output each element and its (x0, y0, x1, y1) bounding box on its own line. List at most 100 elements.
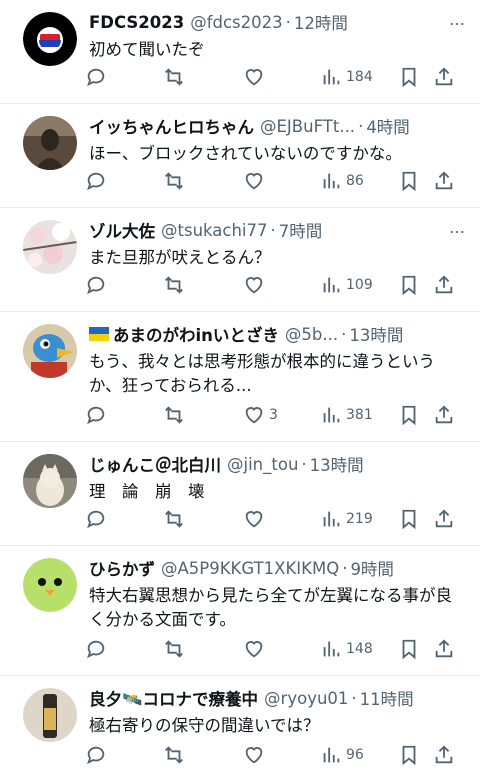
repost-button[interactable] (163, 638, 185, 660)
avatar[interactable] (23, 116, 77, 170)
like-button[interactable] (243, 508, 269, 530)
share-button[interactable] (433, 170, 455, 192)
like-button[interactable] (243, 638, 269, 660)
post-text: 極右寄りの保守の間違いでは？ (89, 716, 320, 735)
reply-post[interactable]: イッちゃんヒロちゃん @EJBuFTt... · 4時間 ほー、ブロックされてい… (0, 104, 480, 208)
reply-post[interactable]: じゅんこ＠北白川 @jin_tou · 13時間 理 論 崩 壊 219 (0, 442, 480, 546)
repost-icon (165, 406, 183, 424)
more-options-icon[interactable]: … (443, 10, 466, 34)
author-handle[interactable]: @A5P9KKGT1XKIKMQ (161, 559, 339, 578)
bookmark-button[interactable] (398, 404, 420, 426)
separator-dot: · (285, 12, 291, 32)
views-icon (323, 511, 340, 527)
author-name[interactable]: じゅんこ＠北白川 (89, 452, 221, 476)
reply-button[interactable] (85, 508, 107, 530)
avatar[interactable] (23, 324, 77, 378)
reply-icon (87, 172, 105, 191)
post-time[interactable]: 13時間 (349, 322, 403, 346)
repost-button[interactable] (163, 274, 185, 296)
author-handle[interactable]: @tsukachi77 (161, 221, 268, 240)
reply-post[interactable]: ゾル大佐 @tsukachi77 · 7時間 … また旦那が吠えとるん？ 109 (0, 208, 480, 312)
separator-dot: · (358, 116, 364, 136)
repost-button[interactable] (163, 508, 185, 530)
reply-button[interactable] (85, 744, 107, 766)
view-count: 219 (346, 511, 373, 527)
views-button[interactable]: 96 (320, 744, 364, 766)
view-count: 148 (346, 641, 373, 657)
views-button[interactable]: 86 (320, 170, 364, 192)
views-icon (323, 69, 340, 85)
repost-button[interactable] (163, 744, 185, 766)
share-icon (435, 639, 453, 658)
views-icon (323, 277, 340, 293)
share-button[interactable] (433, 274, 455, 296)
avatar[interactable] (23, 454, 77, 508)
like-button[interactable]: 3 (243, 404, 278, 426)
repost-button[interactable] (163, 404, 185, 426)
avatar[interactable] (23, 12, 77, 66)
author-handle[interactable]: @EJBuFTt... (260, 117, 355, 136)
views-button[interactable]: 148 (320, 638, 373, 660)
share-button[interactable] (433, 638, 455, 660)
bookmark-button[interactable] (398, 170, 420, 192)
views-button[interactable]: 109 (320, 274, 373, 296)
bookmark-button[interactable] (398, 744, 420, 766)
reply-post[interactable]: あまのがわinいとざき @5b... · 13時間 もう、我々とは思考形態が根本… (0, 312, 480, 442)
bookmark-button[interactable] (398, 66, 420, 88)
reply-post[interactable]: FDCS2023 @fdcs2023 · 12時間 … 初めて聞いたぞ 184 (0, 0, 480, 104)
separator-dot: · (270, 220, 276, 240)
reply-post[interactable]: ひらかず @A5P9KKGT1XKIKMQ · 9時間 特大右翼思想から見たら全… (0, 546, 480, 676)
share-button[interactable] (433, 66, 455, 88)
avatar[interactable] (23, 558, 77, 612)
post-time[interactable]: 9時間 (350, 556, 394, 580)
heart-icon (245, 407, 263, 424)
share-button[interactable] (433, 508, 455, 530)
bookmark-icon (402, 745, 416, 766)
bookmark-button[interactable] (398, 274, 420, 296)
like-button[interactable] (243, 170, 269, 192)
share-icon (435, 275, 453, 294)
bookmark-button[interactable] (398, 638, 420, 660)
reply-button[interactable] (85, 404, 107, 426)
avatar[interactable] (23, 220, 77, 274)
author-handle[interactable]: @5b... (285, 325, 338, 344)
author-name[interactable]: イッちゃんヒロちゃん (89, 114, 254, 138)
post-time[interactable]: 11時間 (360, 686, 414, 710)
reply-feed: FDCS2023 @fdcs2023 · 12時間 … 初めて聞いたぞ 184 … (0, 0, 480, 775)
reply-button[interactable] (85, 170, 107, 192)
view-count: 96 (346, 747, 364, 763)
post-time[interactable]: 13時間 (310, 452, 364, 476)
reply-button[interactable] (85, 66, 107, 88)
views-button[interactable]: 381 (320, 404, 373, 426)
author-name[interactable]: ゾル大佐 (89, 218, 155, 242)
share-button[interactable] (433, 404, 455, 426)
author-name[interactable]: 良夕🛰️コロナで療養中 (89, 686, 258, 710)
views-button[interactable]: 184 (320, 66, 373, 88)
like-button[interactable] (243, 274, 269, 296)
more-options-icon[interactable]: … (443, 218, 466, 242)
post-time[interactable]: 7時間 (279, 218, 323, 242)
avatar[interactable] (23, 688, 77, 742)
author-name[interactable]: あまのがわinいとざき (113, 322, 279, 346)
post-text: 特大右翼思想から見たら全てが左翼になる事が良く分かる文面です。 (89, 586, 452, 629)
like-button[interactable] (243, 744, 269, 766)
post-time[interactable]: 4時間 (366, 114, 410, 138)
post-time[interactable]: 12時間 (294, 10, 348, 34)
like-button[interactable] (243, 66, 269, 88)
reply-post[interactable]: 良夕🛰️コロナで療養中 @ryoyu01 · 11時間 極右寄りの保守の間違いで… (0, 676, 480, 775)
author-handle[interactable]: @jin_tou (227, 455, 298, 474)
view-count: 109 (346, 277, 373, 293)
author-handle[interactable]: @ryoyu01 (264, 689, 348, 708)
repost-button[interactable] (163, 66, 185, 88)
repost-button[interactable] (163, 170, 185, 192)
reply-button[interactable] (85, 274, 107, 296)
views-button[interactable]: 219 (320, 508, 373, 530)
views-icon (323, 641, 340, 657)
share-button[interactable] (433, 744, 455, 766)
author-name[interactable]: ひらかず (89, 556, 155, 580)
author-name[interactable]: FDCS2023 (89, 13, 184, 32)
reply-button[interactable] (85, 638, 107, 660)
bookmark-button[interactable] (398, 508, 420, 530)
action-bar: 3 381 (85, 402, 462, 428)
author-handle[interactable]: @fdcs2023 (190, 13, 282, 32)
